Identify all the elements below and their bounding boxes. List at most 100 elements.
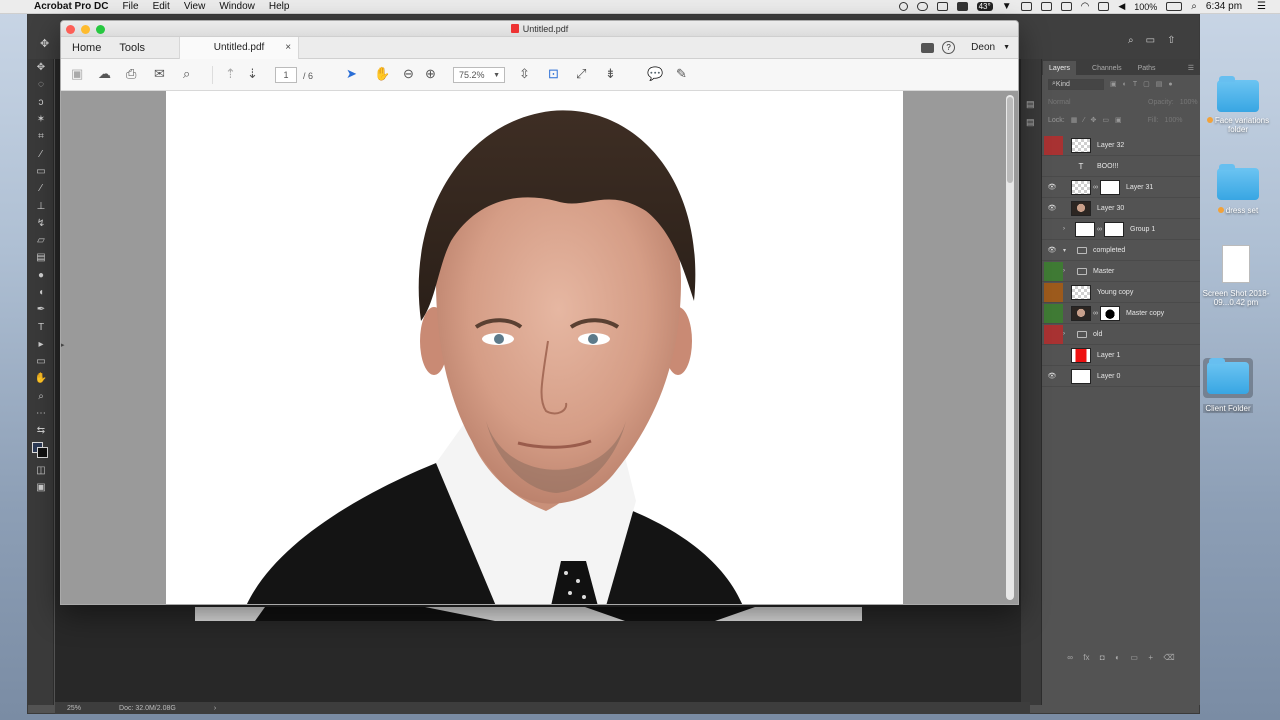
tab-tools[interactable]: Tools [110,37,154,59]
layer-mask-thumbnail[interactable] [1104,221,1124,237]
group-expand-icon[interactable]: › [1063,268,1073,274]
group-expand-icon[interactable]: ▾ [1063,247,1073,254]
layer-row[interactable]: Layer 1 [1042,345,1200,366]
layer-mask-thumbnail[interactable] [1100,305,1120,321]
layer-row[interactable]: › Master [1042,261,1200,282]
menu-help[interactable]: Help [269,1,290,12]
fit-page-icon[interactable]: ⊡ [548,66,559,82]
link-layers-icon[interactable]: ∞ [1067,653,1073,669]
full-screen-icon[interactable]: ⤢ [576,66,586,82]
magic-wand-tool-icon[interactable]: ✶ [28,111,54,128]
tab-paths[interactable]: Paths [1138,61,1156,75]
help-icon[interactable]: ? [942,41,956,54]
zoom-level-select[interactable]: 75.2% ▼ [453,67,505,83]
zoom-in-icon[interactable]: ⊕ [425,66,436,82]
type-tool-icon[interactable]: T [28,318,54,335]
layer-style-icon[interactable]: fx [1083,653,1089,669]
fill-value[interactable]: 100% [1165,117,1183,124]
window-titlebar[interactable]: Untitled.pdf [61,21,1018,37]
properties-panel-icon[interactable]: ▤ [1026,117,1035,128]
path-select-tool-icon[interactable]: ▸ [28,336,54,353]
dodge-tool-icon[interactable]: ◖ [28,284,54,301]
add-comment-icon[interactable]: 💬 [647,66,663,82]
record-icon[interactable] [898,2,908,11]
share-icon[interactable]: ⇧ [1167,35,1175,46]
mask-link-icon[interactable]: ∞ [1097,226,1102,233]
layer-mask-thumbnail[interactable] [1100,179,1120,195]
battery-icon[interactable] [1166,2,1183,11]
lock-all-icon[interactable]: ▣ [1115,116,1122,124]
screen-mode-icon[interactable]: ▣ [28,479,54,496]
group-expand-icon[interactable]: › [1063,226,1073,232]
panel-menu-icon[interactable]: ☰ [1188,61,1194,75]
filter-adjust-icon[interactable]: ◐ [1123,81,1127,88]
print-icon[interactable]: ⎙ [126,66,136,82]
tab-layers[interactable]: Layers [1043,61,1077,75]
vertical-scrollbar[interactable] [1006,95,1014,600]
marquee-tool-icon[interactable]: ◌ [28,76,54,93]
move-tool-option-icon[interactable]: ✥ [40,37,49,50]
user-dropdown-icon[interactable]: ▼ [1003,44,1010,51]
healing-tool-icon[interactable]: ▭ [28,163,54,180]
airplay-icon[interactable] [1020,2,1032,11]
page-number-input[interactable]: 1 [275,67,297,83]
layer-row[interactable]: › old [1042,324,1200,345]
comment-bubble-icon[interactable] [921,42,935,53]
lasso-tool-icon[interactable]: ↄ [28,94,54,111]
user-name[interactable]: Deon [971,42,995,53]
left-pane-toggle-icon[interactable]: ▸ [61,341,67,355]
select-cursor-icon[interactable]: ➤ [346,66,357,82]
blend-mode-select[interactable]: Normal [1048,99,1104,106]
status-expand-icon[interactable]: › [214,705,216,712]
eye-icon[interactable]: 👁 [1045,372,1059,380]
move-tool-icon[interactable]: ✥ [28,59,54,76]
zoom-out-icon[interactable]: ⊖ [403,66,414,82]
opacity-value[interactable]: 100% [1180,99,1198,106]
menu-window[interactable]: Window [219,1,255,12]
volume-icon[interactable]: ◀ [1118,1,1125,12]
delete-layer-icon[interactable]: ⌫ [1163,653,1174,669]
eye-icon[interactable]: 👁 [1045,183,1059,191]
more-tools-icon[interactable]: ⋯ [28,405,54,422]
minimize-window-button[interactable] [81,25,90,34]
zoom-window-button[interactable] [96,25,105,34]
group-expand-icon[interactable]: › [1063,331,1073,337]
layer-row[interactable]: ∞ Master copy [1042,303,1200,324]
adjustment-layer-icon[interactable]: ◐ [1115,653,1120,669]
notification-center-icon[interactable]: ☰ [1257,1,1266,12]
close-tab-icon[interactable]: × [285,42,291,53]
layer-row[interactable]: 👁 Layer 0 [1042,366,1200,387]
display-icon[interactable] [1098,2,1110,11]
filter-pixel-icon[interactable]: ▣ [1110,80,1117,88]
save-icon[interactable]: ▣ [71,66,83,82]
eraser-tool-icon[interactable]: ▱ [28,232,54,249]
brush-tool-icon[interactable]: ⁄ [28,180,54,197]
layer-row[interactable]: 👁 ▾ completed [1042,240,1200,261]
highlight-pen-icon[interactable]: ✎ [676,66,687,82]
shape-tool-icon[interactable]: ▭ [28,353,54,370]
new-group-icon[interactable]: ▭ [1130,653,1138,669]
pdf-page[interactable] [166,91,903,604]
layer-row[interactable]: Young copy [1042,282,1200,303]
swap-colors-icon[interactable]: ⇆ [28,422,54,439]
upload-cloud-icon[interactable]: ☁ [98,66,111,82]
find-icon[interactable]: ⌕ [183,66,190,82]
gradient-tool-icon[interactable]: ▤ [28,249,54,266]
mask-link-icon[interactable]: ∞ [1093,184,1098,191]
lock-pixels-icon[interactable]: ▦ [1071,116,1078,124]
lock-paint-icon[interactable]: ⁄ [1083,117,1084,124]
filter-kind-select[interactable]: ⌕ Kind [1048,78,1104,90]
vpn-icon[interactable]: ▼ [1002,1,1012,12]
creative-cloud-icon[interactable] [916,2,928,11]
history-panel-icon[interactable]: ▤ [1026,99,1035,110]
tab-document[interactable]: Untitled.pdf × [179,36,300,59]
quick-mask-icon[interactable]: ◫ [28,462,54,479]
menu-file[interactable]: File [122,1,138,12]
eye-icon[interactable]: 👁 [1045,246,1059,254]
filter-type-icon[interactable]: T [1133,81,1137,88]
search-icon[interactable]: ⌕ [1128,35,1134,46]
desktop-icon-screen-shot[interactable]: Screen Shot 2018-09...0.42 pm [1196,245,1276,307]
layer-row[interactable]: T BOO!!! [1042,156,1200,177]
blur-tool-icon[interactable]: ● [28,267,54,284]
document-view[interactable]: ▸ [61,91,1018,604]
